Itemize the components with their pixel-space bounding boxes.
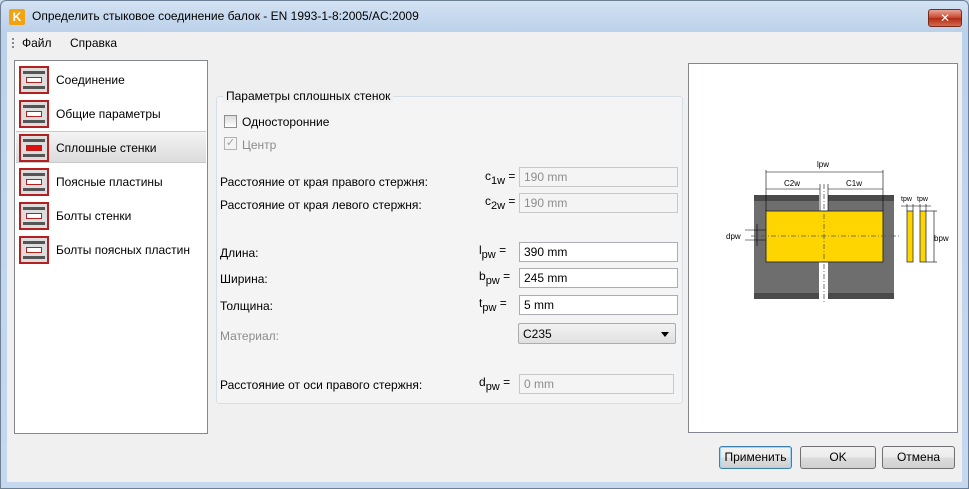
right-beam-top-flange bbox=[828, 195, 894, 201]
sidebar-item-label: Сплошные стенки bbox=[56, 141, 157, 155]
thickness-input[interactable]: 5 mm bbox=[519, 295, 678, 315]
c2w-symbol: c2w = bbox=[485, 194, 516, 212]
section-list: Соединение Общие параметры Сплошные стен… bbox=[14, 60, 208, 434]
web-plates-icon bbox=[19, 134, 49, 162]
material-label: Материал: bbox=[220, 329, 279, 343]
one-sided-label: Односторонние bbox=[242, 115, 330, 129]
sidebar-item-web-bolts[interactable]: Болты стенки bbox=[16, 200, 206, 232]
sidebar-item-label: Соединение bbox=[56, 73, 125, 87]
connection-icon bbox=[19, 66, 49, 94]
menu-help[interactable]: Справка bbox=[70, 36, 117, 50]
width-label: Ширина: bbox=[220, 272, 268, 286]
c1w-symbol: c1w = bbox=[485, 169, 516, 187]
sidebar-item-label: Болты стенки bbox=[56, 209, 132, 223]
sidebar-item-flange-bolts[interactable]: Болты поясных пластин bbox=[16, 234, 206, 266]
connection-preview: lpw C2w C1w dpw tpw tpw bpw bbox=[688, 63, 958, 433]
sidebar-item-label: Болты поясных пластин bbox=[56, 243, 190, 257]
material-select[interactable]: C235 bbox=[518, 323, 676, 344]
side-plate-1 bbox=[906, 210, 914, 263]
app-logo-icon: K bbox=[9, 9, 25, 25]
general-params-icon bbox=[19, 100, 49, 128]
sidebar-item-connection[interactable]: Соединение bbox=[16, 64, 206, 96]
c1w-label: Расстояние от края правого стержня: bbox=[220, 175, 428, 189]
width-symbol: bpw = bbox=[479, 269, 511, 287]
title-bar[interactable]: K Определить стыковое соединение балок -… bbox=[1, 1, 968, 31]
length-label: Длина: bbox=[220, 246, 259, 260]
menu-bar: Файл Справка bbox=[7, 32, 962, 54]
center-label: Центр bbox=[242, 138, 277, 152]
dpw-dim-label: dpw bbox=[726, 232, 741, 241]
apply-button[interactable]: Применить bbox=[719, 446, 792, 469]
web-bolts-icon bbox=[19, 202, 49, 230]
side-plate-2 bbox=[919, 210, 927, 263]
center-checkbox[interactable]: ✓ bbox=[224, 137, 237, 150]
right-beam-bottom-flange bbox=[828, 293, 894, 299]
dialog-window: K Определить стыковое соединение балок -… bbox=[0, 0, 969, 489]
sidebar-item-web-plates[interactable]: Сплошные стенки bbox=[16, 131, 206, 163]
left-beam-top-flange bbox=[754, 195, 819, 201]
c1w-dim-label: C1w bbox=[846, 179, 862, 188]
dpw-label: Расстояние от оси правого стержня: bbox=[220, 378, 423, 392]
tpw1-dim-label: tpw bbox=[901, 196, 913, 203]
flange-bolts-icon bbox=[19, 236, 49, 264]
web-plate bbox=[765, 210, 884, 263]
group-title: Параметры сплошных стенок bbox=[223, 89, 394, 103]
splice-diagram: lpw C2w C1w dpw tpw tpw bpw bbox=[726, 160, 949, 304]
sidebar-item-label: Общие параметры bbox=[56, 107, 161, 121]
thickness-label: Толщина: bbox=[220, 299, 274, 313]
cancel-button[interactable]: Отмена bbox=[882, 446, 955, 469]
tpw2-dim-label: tpw bbox=[917, 196, 929, 203]
sidebar-item-general-params[interactable]: Общие параметры bbox=[16, 98, 206, 130]
menu-file[interactable]: Файл bbox=[22, 36, 52, 50]
flange-plates-icon bbox=[19, 168, 49, 196]
ok-button[interactable]: OK bbox=[800, 446, 876, 469]
dialog-client-area: Файл Справка Соединение Общие параметры … bbox=[7, 32, 962, 482]
material-selected-value: C235 bbox=[523, 327, 552, 341]
width-input[interactable]: 245 mm bbox=[519, 268, 678, 288]
thickness-symbol: tpw = bbox=[479, 296, 507, 314]
lpw-dim-label: lpw bbox=[817, 160, 829, 169]
bpw-dim-label: bpw bbox=[934, 234, 949, 243]
c2w-dim-label: C2w bbox=[784, 179, 800, 188]
sidebar-item-label: Поясные пластины bbox=[56, 175, 163, 189]
c2w-field[interactable]: 190 mm bbox=[519, 193, 678, 213]
dpw-field[interactable]: 0 mm bbox=[519, 374, 674, 394]
left-beam-bottom-flange bbox=[754, 293, 819, 299]
window-title: Определить стыковое соединение балок - E… bbox=[32, 9, 419, 23]
chevron-down-icon bbox=[661, 332, 669, 337]
sidebar-item-flange-plates[interactable]: Поясные пластины bbox=[16, 166, 206, 198]
close-button[interactable]: ✕ bbox=[928, 9, 962, 27]
menu-grip-icon bbox=[12, 38, 14, 49]
one-sided-checkbox[interactable] bbox=[224, 115, 237, 128]
dpw-symbol: dpw = bbox=[479, 375, 511, 393]
length-symbol: lpw = bbox=[479, 243, 507, 261]
length-input[interactable]: 390 mm bbox=[519, 242, 678, 262]
c1w-field[interactable]: 190 mm bbox=[519, 167, 678, 187]
c2w-label: Расстояние от края левого стержня: bbox=[220, 198, 422, 212]
